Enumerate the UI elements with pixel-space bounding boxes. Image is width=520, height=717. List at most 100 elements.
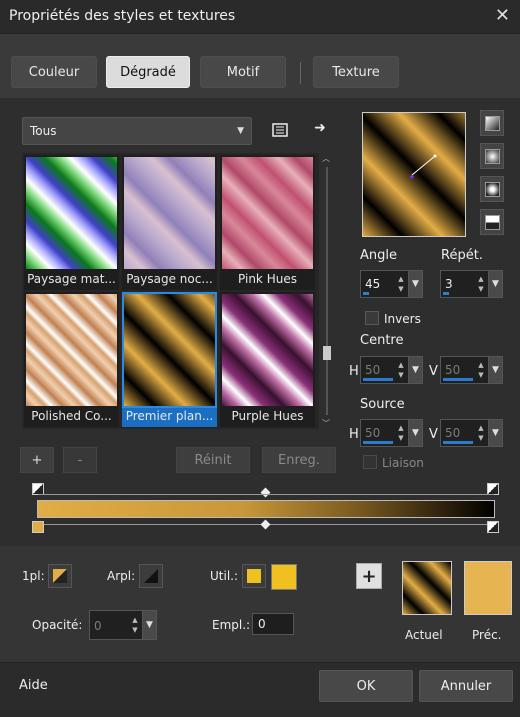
window-title: Propriétés des styles et textures	[9, 8, 236, 24]
invert-checkbox[interactable]	[365, 311, 379, 325]
category-dropdown[interactable]: Tous ▼	[22, 117, 252, 145]
gradient-item[interactable]: Paysage noc...	[122, 155, 217, 290]
help-link[interactable]: Aide	[19, 678, 48, 693]
gradient-label: Paysage noc...	[126, 272, 213, 286]
gradient-preview[interactable]: ✦	[362, 112, 466, 237]
current-swatch[interactable]	[402, 561, 452, 615]
foreground-stop-label: 1pl:	[22, 569, 45, 583]
repeat-label: Répét.	[441, 248, 483, 263]
arrow-right-icon[interactable]: ➜	[310, 118, 330, 138]
book-icon[interactable]	[270, 120, 290, 140]
scroll-track	[326, 167, 328, 415]
chevron-down-icon[interactable]: ▼	[408, 271, 422, 297]
gradient-item[interactable]: Paysage mat...	[24, 155, 119, 290]
up-down-arrows-icon[interactable]: ▲ ▼	[128, 615, 142, 637]
up-down-arrows-icon[interactable]: ▲ ▼	[474, 423, 488, 445]
foreground-stop-button[interactable]	[48, 564, 72, 588]
gradient-list-scrollbar[interactable]: ︿ ﹀	[320, 153, 334, 429]
gradient-thumbnail	[26, 294, 117, 406]
user-stop-button[interactable]	[242, 564, 266, 588]
chevron-down-icon[interactable]: ▼	[488, 271, 502, 297]
radial-gradient-icon	[484, 214, 500, 230]
category-value: Tous	[30, 124, 57, 138]
chevron-down-icon[interactable]: ▼	[408, 357, 422, 383]
remove-gradient-button[interactable]: -	[63, 447, 97, 473]
opacity-value: 0	[94, 619, 102, 633]
foreground-swatch-icon	[53, 569, 67, 583]
scroll-up-icon[interactable]: ︿	[322, 153, 330, 164]
source-label: Source	[360, 397, 405, 412]
chevron-down-icon[interactable]: ▼	[488, 420, 502, 446]
up-down-arrows-icon[interactable]: ▲ ▼	[474, 360, 488, 382]
source-h-spinner[interactable]: 50 ▲ ▼ ▼	[360, 419, 423, 447]
source-v-spinner[interactable]: 50 ▲ ▼ ▼	[440, 419, 503, 447]
location-input[interactable]: 0	[252, 613, 294, 635]
left-color-stop-marker[interactable]	[32, 521, 44, 533]
chevron-down-icon[interactable]: ▼	[408, 420, 422, 446]
source-v-level	[443, 441, 473, 444]
previous-swatch[interactable]	[464, 561, 512, 615]
tab-separator	[300, 62, 301, 84]
angle-spinner[interactable]: 45 ▲ ▼ ▼	[360, 270, 423, 298]
gradient-bar[interactable]	[37, 500, 495, 518]
gradient-label: Polished Co...	[31, 409, 112, 423]
user-color-picker[interactable]	[271, 564, 297, 590]
background-stop-button[interactable]	[139, 564, 163, 588]
up-down-arrows-icon[interactable]: ▲ ▼	[394, 423, 408, 445]
rectangular-gradient-icon	[484, 148, 500, 164]
centre-v-level	[443, 378, 473, 381]
centre-v-value: 50	[445, 363, 461, 377]
add-gradient-button[interactable]: +	[20, 447, 54, 473]
rectangular-style-button[interactable]	[480, 143, 504, 169]
chevron-down-icon[interactable]: ▼	[488, 357, 502, 383]
right-color-stop-marker[interactable]	[487, 521, 499, 533]
tab-motif[interactable]: Motif	[200, 56, 286, 88]
svg-text:✦: ✦	[408, 173, 416, 183]
centre-v-spinner[interactable]: 50 ▲ ▼ ▼	[440, 356, 503, 384]
gradient-thumbnail	[222, 157, 313, 269]
sunburst-gradient-icon	[484, 181, 500, 197]
user-color-swatch	[247, 569, 261, 583]
add-swatch-button[interactable]: +	[356, 563, 382, 589]
chevron-down-icon: ▼	[237, 126, 244, 136]
background-stop-label: Arpl:	[107, 569, 136, 583]
gradient-label: Purple Hues	[231, 409, 304, 423]
reset-button[interactable]: Réinit	[176, 447, 250, 473]
close-icon[interactable]: ✕	[495, 5, 510, 26]
centre-label: Centre	[360, 333, 404, 348]
linear-style-button[interactable]	[480, 110, 504, 136]
opacity-spinner[interactable]: 0 ▲ ▼ ▼	[89, 610, 157, 640]
gradient-thumbnail	[124, 157, 215, 269]
up-down-arrows-icon[interactable]: ▲ ▼	[474, 274, 488, 296]
gradient-item[interactable]: Pink Hues	[220, 155, 315, 290]
gradient-thumbnail	[26, 157, 117, 269]
cancel-button[interactable]: Annuler	[419, 670, 513, 702]
radial-style-button[interactable]	[480, 209, 504, 235]
up-down-arrows-icon[interactable]: ▲ ▼	[394, 274, 408, 296]
gradient-item-selected[interactable]: Premier plan...	[122, 292, 217, 427]
scroll-down-icon[interactable]: ﹀	[322, 418, 330, 429]
invert-label: Invers	[384, 312, 421, 326]
tab-texture[interactable]: Texture	[313, 56, 399, 88]
source-h-label: H	[349, 427, 359, 442]
angle-value: 45	[365, 277, 381, 291]
tab-degrade[interactable]: Dégradé	[106, 56, 190, 88]
source-h-level	[363, 441, 393, 444]
link-checkbox[interactable]	[363, 455, 377, 469]
gradient-item[interactable]: Polished Co...	[24, 292, 119, 427]
tab-couleur[interactable]: Couleur	[11, 56, 97, 88]
repeat-value: 3	[445, 277, 453, 291]
up-down-arrows-icon[interactable]: ▲ ▼	[394, 360, 408, 382]
gradient-item[interactable]: Purple Hues	[220, 292, 315, 427]
centre-h-label: H	[349, 364, 359, 379]
chevron-down-icon[interactable]: ▼	[142, 611, 156, 639]
centre-h-value: 50	[365, 363, 381, 377]
sunburst-style-button[interactable]	[480, 176, 504, 202]
linear-gradient-icon	[484, 115, 500, 131]
previous-swatch-label: Préc.	[472, 628, 502, 642]
save-button[interactable]: Enreg.	[262, 447, 336, 473]
scroll-thumb[interactable]	[323, 346, 331, 360]
ok-button[interactable]: OK	[319, 670, 413, 702]
repeat-spinner[interactable]: 3 ▲ ▼ ▼	[440, 270, 503, 298]
centre-h-spinner[interactable]: 50 ▲ ▼ ▼	[360, 356, 423, 384]
